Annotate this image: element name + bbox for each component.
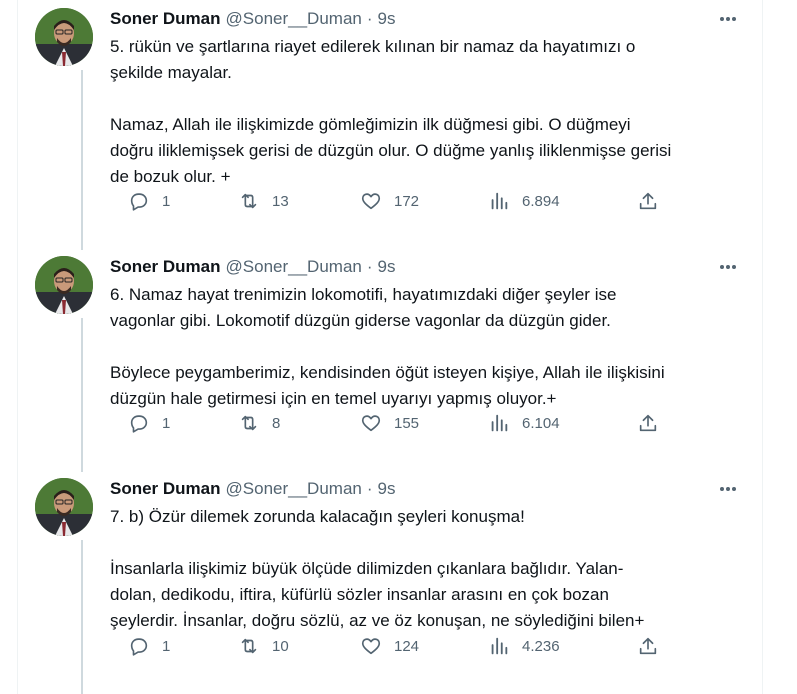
retweet-count: 10 <box>272 637 289 655</box>
views-count: 6.894 <box>522 192 560 210</box>
author-handle[interactable]: @Soner__Duman <box>226 257 362 277</box>
tweet-text: 5. rükün ve şartlarına riayet edilerek k… <box>110 37 672 186</box>
tweet[interactable]: Soner Duman @Soner__Duman · 9s 5. rükün … <box>18 0 763 250</box>
like-count: 155 <box>394 414 420 432</box>
heart-icon <box>361 415 381 432</box>
tweet-header: Soner Duman @Soner__Duman · 9s <box>110 8 743 30</box>
retweet-button[interactable]: 8 <box>238 411 280 435</box>
tweet-header: Soner Duman @Soner__Duman · 9s <box>110 256 743 278</box>
reply-count: 1 <box>162 414 171 432</box>
like-button[interactable]: 155 <box>360 411 419 435</box>
more-button[interactable] <box>713 478 743 500</box>
tweet-text: 6. Namaz hayat trenimizin lokomotifi, ha… <box>110 285 665 408</box>
tweet-content: Soner Duman @Soner__Duman · 9s 7. b) Özü… <box>110 478 743 634</box>
share-icon <box>639 192 657 210</box>
more-icon <box>720 487 736 491</box>
like-button[interactable]: 172 <box>360 189 419 213</box>
like-count: 172 <box>394 192 420 210</box>
more-icon <box>720 17 736 21</box>
views-icon <box>491 637 508 655</box>
share-icon <box>639 637 657 655</box>
heart-icon <box>361 638 381 655</box>
reply-icon <box>130 638 148 656</box>
like-button[interactable]: 124 <box>360 634 419 658</box>
retweet-button[interactable]: 13 <box>238 189 289 213</box>
views-button[interactable]: 6.894 <box>488 189 560 213</box>
views-button[interactable]: 4.236 <box>488 634 560 658</box>
retweet-count: 8 <box>272 414 281 432</box>
views-count: 6.104 <box>522 414 560 432</box>
heart-icon <box>361 193 381 210</box>
share-button[interactable] <box>637 634 659 658</box>
share-button[interactable] <box>637 411 659 435</box>
views-count: 4.236 <box>522 637 560 655</box>
tweet-time[interactable]: 9s <box>378 9 396 29</box>
retweet-icon <box>241 193 257 209</box>
tweet-header: Soner Duman @Soner__Duman · 9s <box>110 478 743 500</box>
reply-icon <box>130 193 148 211</box>
author-name[interactable]: Soner Duman <box>110 479 221 499</box>
author-handle[interactable]: @Soner__Duman <box>226 479 362 499</box>
like-count: 124 <box>394 637 420 655</box>
retweet-count: 13 <box>272 192 289 210</box>
retweet-icon <box>241 415 257 431</box>
thread-line <box>81 540 83 694</box>
reply-count: 1 <box>162 192 171 210</box>
reply-button[interactable]: 1 <box>128 634 170 658</box>
retweet-icon <box>241 638 257 654</box>
tweet-content: Soner Duman @Soner__Duman · 9s 6. Namaz … <box>110 256 743 412</box>
reply-icon <box>130 415 148 433</box>
tweet-content: Soner Duman @Soner__Duman · 9s 5. rükün … <box>110 8 743 190</box>
separator-dot: · <box>366 257 373 276</box>
more-button[interactable] <box>713 256 743 278</box>
avatar[interactable] <box>35 478 93 536</box>
thread-line <box>81 318 83 472</box>
thread-line <box>81 70 83 250</box>
reply-button[interactable]: 1 <box>128 411 170 435</box>
more-icon <box>720 265 736 269</box>
tweet-time[interactable]: 9s <box>378 479 396 499</box>
reply-button[interactable]: 1 <box>128 189 170 213</box>
reply-count: 1 <box>162 637 171 655</box>
separator-dot: · <box>366 9 373 28</box>
author-handle[interactable]: @Soner__Duman <box>226 9 362 29</box>
avatar[interactable] <box>35 8 93 66</box>
author-name[interactable]: Soner Duman <box>110 257 221 277</box>
author-name[interactable]: Soner Duman <box>110 9 221 29</box>
tweet-time[interactable]: 9s <box>378 257 396 277</box>
views-button[interactable]: 6.104 <box>488 411 560 435</box>
tweet-text: 7. b) Özür dilemek zorunda kalacağın şey… <box>110 507 645 630</box>
share-icon <box>639 414 657 432</box>
avatar[interactable] <box>35 256 93 314</box>
views-icon <box>491 192 508 210</box>
tweet[interactable]: Soner Duman @Soner__Duman · 9s 6. Namaz … <box>18 250 763 472</box>
tweet[interactable]: Soner Duman @Soner__Duman · 9s 7. b) Özü… <box>18 472 763 694</box>
share-button[interactable] <box>637 189 659 213</box>
separator-dot: · <box>366 479 373 498</box>
retweet-button[interactable]: 10 <box>238 634 289 658</box>
views-icon <box>491 414 508 432</box>
more-button[interactable] <box>713 8 743 30</box>
